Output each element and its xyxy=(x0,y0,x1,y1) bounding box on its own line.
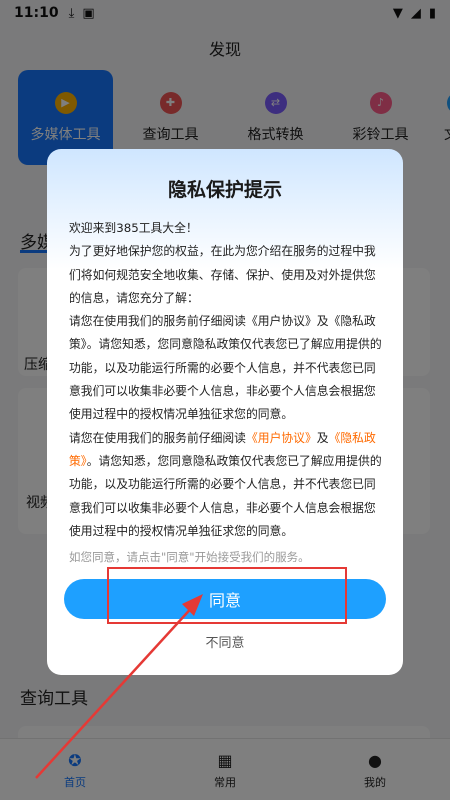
disagree-button[interactable]: 不同意 xyxy=(47,632,403,651)
highlight-box xyxy=(107,567,347,624)
policy-text: 及 xyxy=(316,430,329,445)
user-agreement-link[interactable]: 《用户协议》 xyxy=(246,431,317,445)
policy-text: 。请您知悉，您同意隐私政策仅代表您已了解应用提供的功能，以及功能运行所需的必要个… xyxy=(69,453,382,538)
dialog-title: 隐私保护提示 xyxy=(167,179,282,201)
paragraph-policy: 请您在使用我们的服务前仔细阅读《用户协议》及《隐私政策》。请您知悉，您同意隐私政… xyxy=(69,314,382,422)
consent-hint: 如您同意，请点击"同意"开始接受我们的服务。 xyxy=(69,549,387,565)
paragraph-policy-links: 请您在使用我们的服务前仔细阅读《用户协议》及《隐私政策》。请您知悉，您同意隐私政… xyxy=(69,427,387,543)
paragraph-intro: 为了更好地保护您的权益，在此为您介绍在服务的过程中我们将如何规范安全地收集、存储… xyxy=(69,244,376,305)
policy-text: 请您在使用我们的服务前仔细阅读 xyxy=(69,430,246,445)
privacy-text-scroll[interactable]: 欢迎来到385工具大全！ 为了更好地保护您的权益，在此为您介绍在服务的过程中我们… xyxy=(69,217,387,563)
paragraph-welcome: 欢迎来到385工具大全！ xyxy=(69,221,198,235)
